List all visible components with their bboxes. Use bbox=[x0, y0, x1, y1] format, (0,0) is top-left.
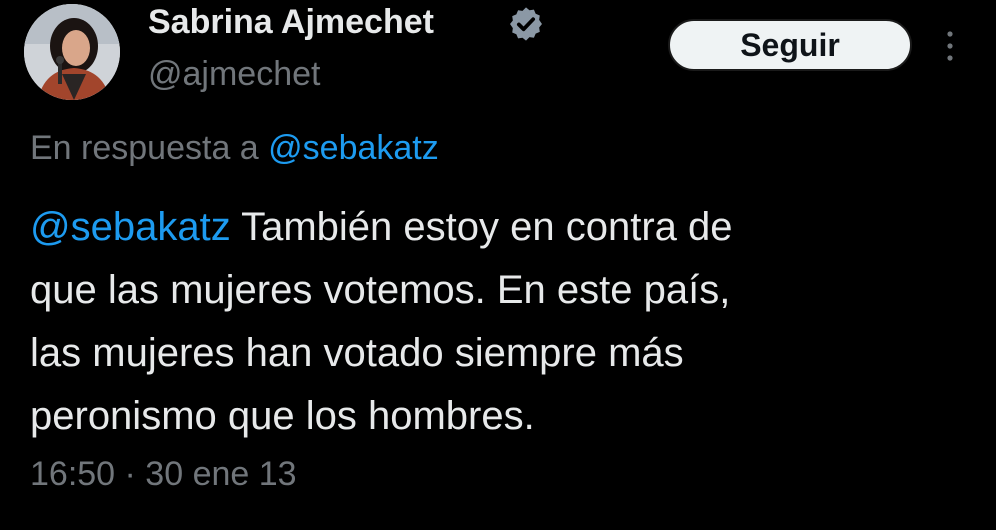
avatar[interactable] bbox=[24, 4, 120, 100]
verified-badge-icon bbox=[510, 7, 542, 41]
avatar-image bbox=[24, 4, 120, 100]
tweet-text-segment: También estoy en contra de bbox=[230, 205, 733, 249]
tweet-text: @sebakatz También estoy en contra de que… bbox=[30, 196, 930, 448]
more-vertical-icon[interactable] bbox=[942, 24, 958, 68]
tweet-timestamp[interactable]: 16:50 · 30 ene 13 bbox=[30, 452, 297, 496]
tweet-text-line: que las mujeres votemos. En este país, bbox=[30, 268, 731, 312]
tweet-card: Sabrina Ajmechet @ajmechet Seguir En res… bbox=[0, 0, 996, 530]
tweet-text-line: peronismo que los hombres. bbox=[30, 394, 535, 438]
author-handle[interactable]: @ajmechet bbox=[148, 52, 320, 96]
follow-button[interactable]: Seguir bbox=[668, 19, 912, 71]
tweet-text-line: @sebakatz También estoy en contra de bbox=[30, 196, 930, 259]
reply-mention-link[interactable]: @sebakatz bbox=[268, 129, 439, 167]
reply-prefix: En respuesta a bbox=[30, 129, 259, 167]
tweet-text-line: las mujeres han votado siempre más bbox=[30, 331, 684, 375]
tweet-mention-link[interactable]: @sebakatz bbox=[30, 205, 231, 249]
author-name[interactable]: Sabrina Ajmechet bbox=[148, 0, 434, 44]
reply-context: En respuesta a @sebakatz bbox=[30, 126, 439, 170]
